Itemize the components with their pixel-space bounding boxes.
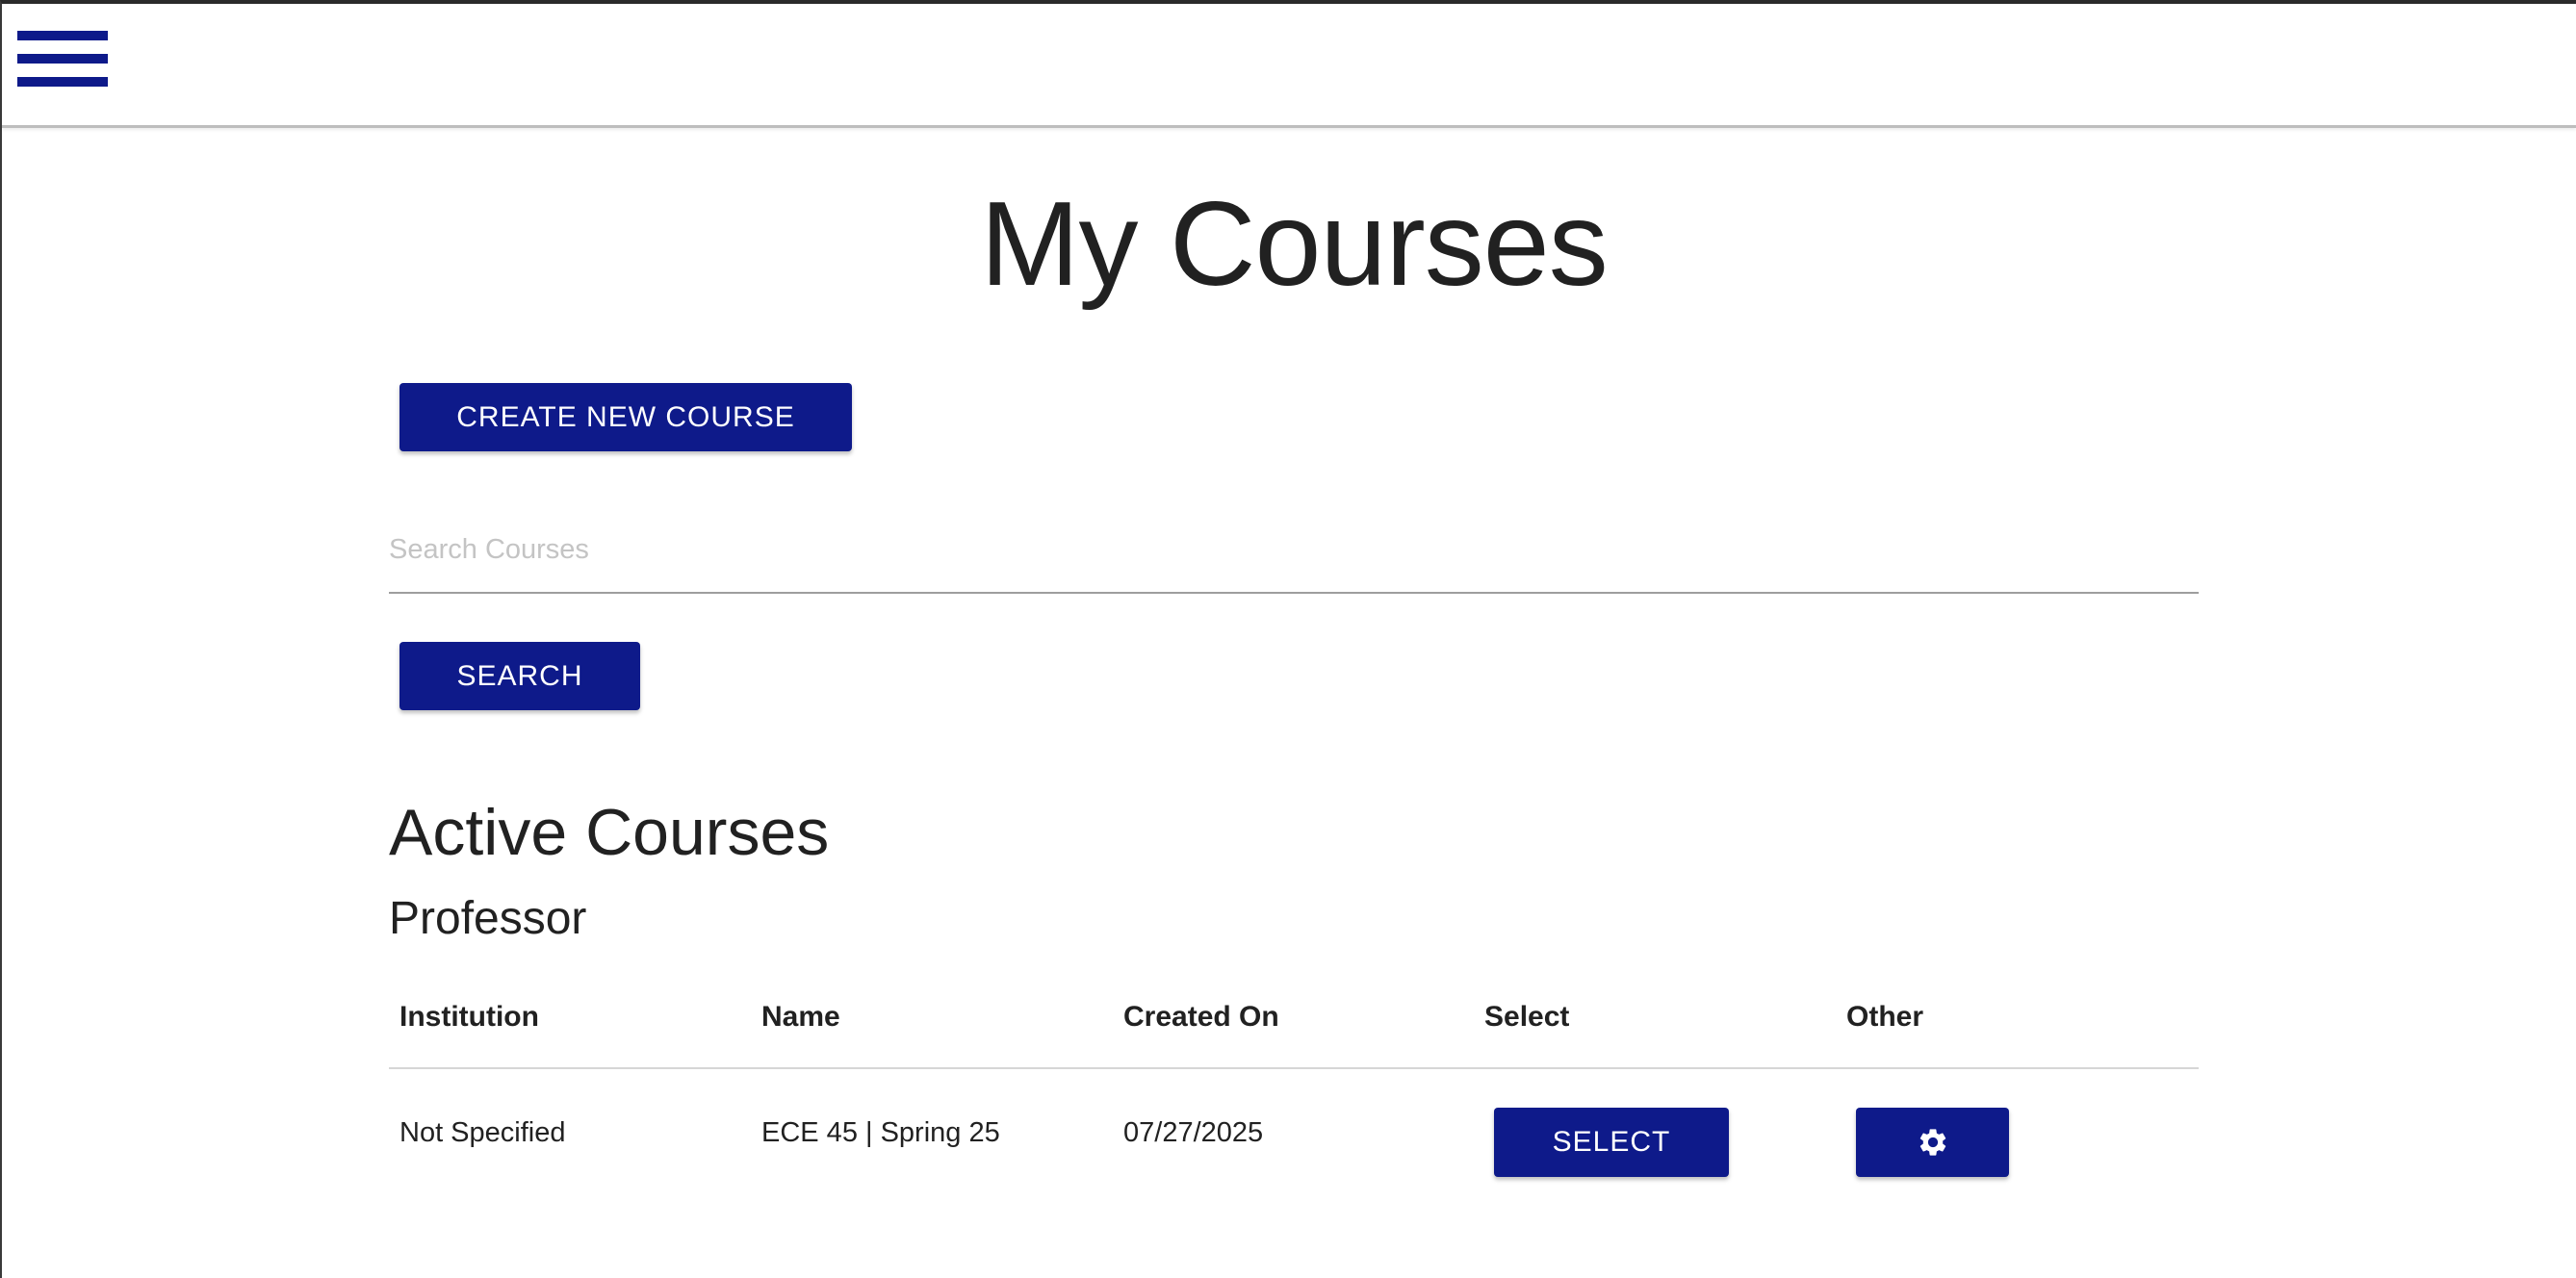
menu-bar-line [17, 77, 108, 87]
course-settings-button[interactable] [1856, 1108, 2009, 1177]
active-courses-heading: Active Courses [389, 796, 830, 869]
hamburger-menu-icon[interactable] [13, 25, 110, 94]
create-new-course-button[interactable]: CREATE NEW COURSE [399, 383, 852, 451]
column-header-created-on: Created On [1123, 1001, 1279, 1033]
menu-bar-line [17, 31, 108, 40]
cell-course-name: ECE 45 | Spring 25 [761, 1117, 1000, 1148]
search-field [389, 512, 2199, 594]
table-row: Not Specified ECE 45 | Spring 25 07/27/2… [389, 1069, 2199, 1217]
column-header-institution: Institution [399, 1001, 539, 1033]
courses-table: Institution Name Created On Select Other… [389, 976, 2199, 1217]
cell-created-on: 07/27/2025 [1123, 1117, 1264, 1148]
menu-bar-line [17, 54, 108, 64]
cell-institution: Not Specified [399, 1117, 566, 1148]
top-app-bar [2, 4, 2576, 128]
table-header-row: Institution Name Created On Select Other [389, 976, 2199, 1069]
gear-icon [1917, 1126, 1949, 1159]
search-button[interactable]: SEARCH [399, 642, 640, 710]
column-header-name: Name [761, 1001, 840, 1033]
role-heading-professor: Professor [389, 893, 587, 944]
page: My Courses CREATE NEW COURSE SEARCH Acti… [0, 0, 2576, 1278]
column-header-select: Select [1484, 1001, 1570, 1033]
page-title: My Courses [980, 178, 1608, 311]
search-input[interactable] [389, 525, 2199, 574]
column-header-other: Other [1846, 1001, 1924, 1033]
select-course-button[interactable]: SELECT [1494, 1108, 1729, 1177]
